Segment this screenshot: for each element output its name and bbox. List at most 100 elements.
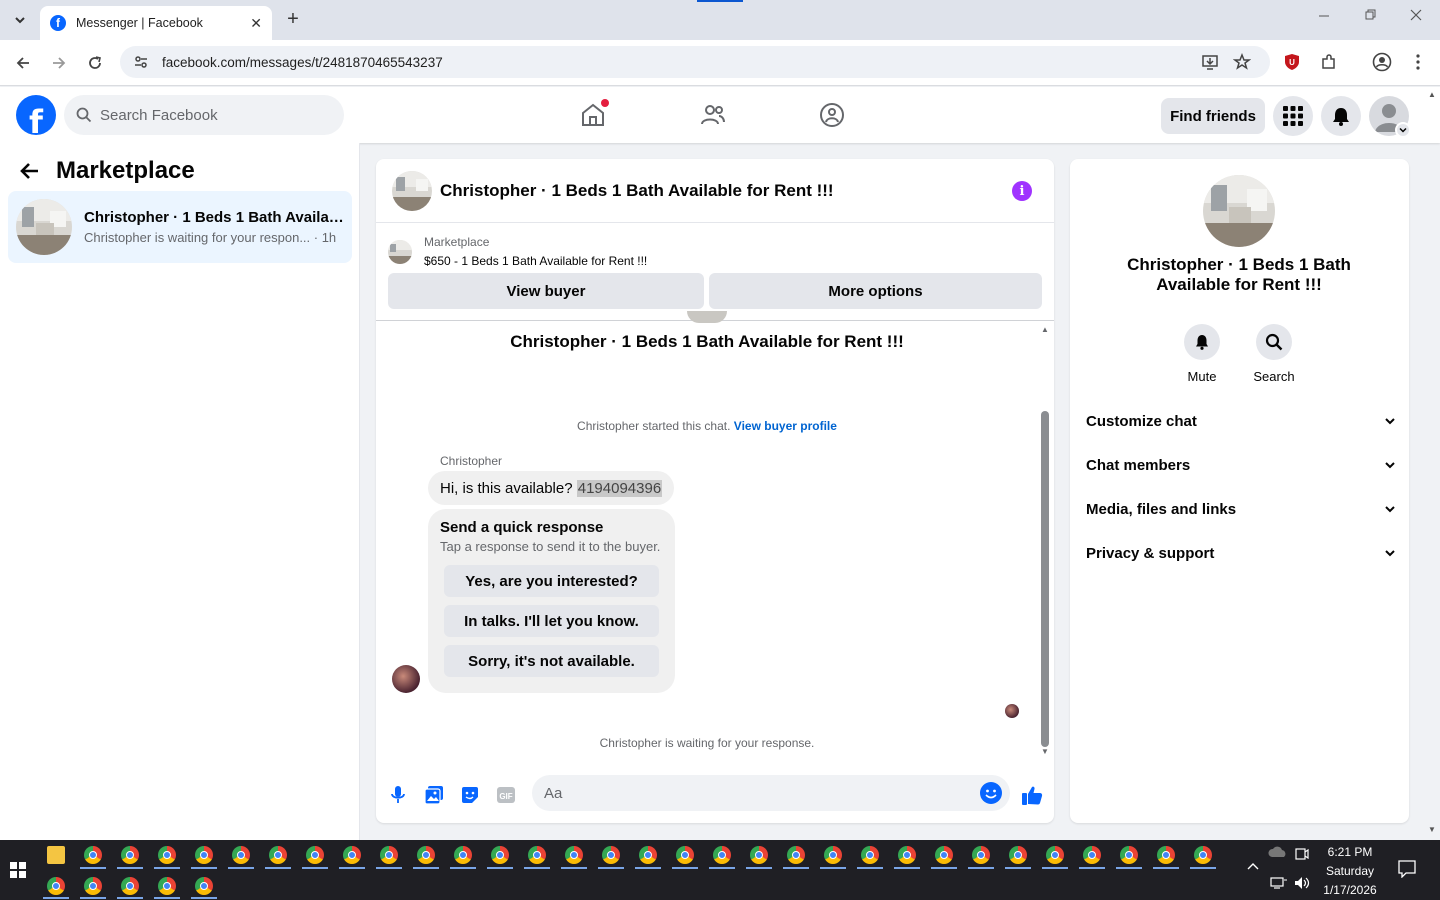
system-clock[interactable]: 6:21 PM Saturday 1/17/2026 [1318, 843, 1382, 900]
conversation-info-icon[interactable]: i [1012, 181, 1032, 201]
menu-grid-button[interactable] [1273, 96, 1313, 136]
chrome-taskbar-icon[interactable] [195, 846, 213, 864]
address-bar[interactable]: facebook.com/messages/t/2481870465543237 [120, 46, 1270, 78]
back-button[interactable] [12, 52, 34, 74]
ublock-extension-icon[interactable]: U [1281, 51, 1303, 73]
view-buyer-profile-link[interactable]: View buyer profile [734, 419, 837, 433]
like-thumbs-up-button[interactable] [1020, 783, 1044, 807]
search-in-conversation-button[interactable]: Search [1244, 324, 1304, 384]
sender-avatar[interactable] [392, 665, 420, 693]
restore-button[interactable] [1364, 8, 1376, 24]
chrome-taskbar-icon[interactable] [861, 846, 879, 864]
pinned-app-taskbar-icon[interactable] [84, 846, 102, 864]
privacy-support-section[interactable]: Privacy & support [1086, 533, 1396, 573]
chrome-taskbar-icon[interactable] [417, 846, 435, 864]
mute-button[interactable]: Mute [1172, 324, 1232, 384]
chrome-taskbar-icon[interactable] [750, 846, 768, 864]
browser-tab[interactable]: f Messenger | Facebook ✕ [40, 6, 272, 40]
chrome-taskbar-icon[interactable] [713, 846, 731, 864]
chrome-taskbar-icon[interactable] [232, 846, 250, 864]
onedrive-cloud-icon[interactable] [1268, 846, 1288, 861]
chrome-taskbar-icon[interactable] [898, 846, 916, 864]
customize-chat-section[interactable]: Customize chat [1086, 401, 1396, 441]
meet-now-icon[interactable] [1295, 846, 1309, 865]
facebook-logo[interactable]: f [16, 95, 56, 135]
notifications-button[interactable] [1321, 96, 1361, 136]
new-tab-button[interactable]: + [282, 8, 304, 30]
minimize-button[interactable] [1318, 8, 1330, 24]
voice-clip-button[interactable] [386, 783, 410, 807]
extensions-puzzle-icon[interactable] [1318, 51, 1340, 73]
tray-overflow-chevron-icon[interactable] [1246, 860, 1260, 874]
browser-menu-icon[interactable] [1407, 51, 1429, 73]
windows-start-icon[interactable] [10, 862, 26, 878]
quick-response-not-available-button[interactable]: Sorry, it's not available. [444, 645, 659, 677]
chrome-taskbar-icon[interactable] [972, 846, 990, 864]
chrome-taskbar-icon[interactable] [1083, 846, 1101, 864]
home-nav-button[interactable] [577, 99, 609, 131]
volume-icon[interactable] [1294, 876, 1312, 893]
chrome-taskbar-icon[interactable] [195, 877, 213, 895]
chrome-taskbar-icon[interactable] [158, 877, 176, 895]
profile-account-icon[interactable] [1371, 51, 1393, 73]
groups-nav-button[interactable] [816, 99, 848, 131]
action-center-icon[interactable] [1398, 860, 1416, 881]
highlighted-phone-number[interactable]: 4194094396 [576, 479, 663, 497]
chrome-taskbar-icon[interactable] [1194, 846, 1212, 864]
chrome-taskbar-icon[interactable] [528, 846, 546, 864]
page-scroll-down-arrow[interactable]: ▼ [1428, 825, 1436, 834]
view-buyer-button[interactable]: View buyer [388, 273, 704, 309]
forward-button[interactable] [48, 52, 70, 74]
chat-scroll-up-arrow[interactable]: ▲ [1040, 325, 1050, 334]
close-window-button[interactable] [1410, 8, 1422, 24]
chrome-taskbar-icon[interactable] [306, 846, 324, 864]
chrome-taskbar-icon[interactable] [269, 846, 287, 864]
back-arrow-icon[interactable] [20, 161, 40, 181]
chrome-taskbar-icon[interactable] [787, 846, 805, 864]
chrome-taskbar-icon[interactable] [343, 846, 361, 864]
chat-members-section[interactable]: Chat members [1086, 445, 1396, 485]
chat-scroll-down-arrow[interactable]: ▼ [1040, 747, 1050, 756]
chrome-taskbar-icon[interactable] [602, 846, 620, 864]
facebook-search-input[interactable]: Search Facebook [64, 95, 344, 135]
chrome-taskbar-icon[interactable] [639, 846, 657, 864]
chrome-taskbar-icon[interactable] [47, 877, 65, 895]
conversation-item[interactable]: Christopher · 1 Beds 1 Bath Availab... C… [8, 191, 352, 263]
tab-close-button[interactable]: ✕ [250, 15, 262, 32]
chrome-taskbar-icon[interactable] [454, 846, 472, 864]
sticker-button[interactable] [458, 783, 482, 807]
file-explorer-taskbar-icon[interactable] [47, 846, 65, 864]
chrome-taskbar-icon[interactable] [121, 877, 139, 895]
quick-response-talks-button[interactable]: In talks. I'll let you know. [444, 605, 659, 637]
more-options-button[interactable]: More options [709, 273, 1042, 309]
install-app-icon[interactable] [1199, 51, 1221, 73]
chrome-taskbar-icon[interactable] [565, 846, 583, 864]
chat-scrollbar-thumb[interactable] [1041, 411, 1049, 747]
chrome-taskbar-icon[interactable] [84, 877, 102, 895]
friends-nav-button[interactable] [697, 99, 729, 131]
account-menu-chevron-icon[interactable] [1395, 122, 1411, 138]
chrome-taskbar-icon[interactable] [1157, 846, 1175, 864]
marketplace-listing-row[interactable]: Marketplace $650 - 1 Beds 1 Bath Availab… [388, 235, 647, 268]
quick-response-yes-button[interactable]: Yes, are you interested? [444, 565, 659, 597]
chrome-taskbar-icon[interactable] [121, 846, 139, 864]
chat-title[interactable]: Christopher · 1 Beds 1 Bath Available fo… [440, 181, 834, 201]
tab-search-menu-button[interactable] [8, 8, 32, 32]
page-scroll-up-arrow[interactable]: ▲ [1428, 90, 1436, 99]
site-settings-icon[interactable] [132, 53, 150, 71]
chrome-taskbar-icon[interactable] [158, 846, 176, 864]
attach-photo-button[interactable] [422, 783, 446, 807]
chrome-taskbar-icon[interactable] [824, 846, 842, 864]
message-input[interactable]: Aa [532, 775, 1010, 811]
media-files-links-section[interactable]: Media, files and links [1086, 489, 1396, 529]
reload-button[interactable] [84, 52, 106, 74]
chrome-taskbar-icon[interactable] [1046, 846, 1064, 864]
gif-button[interactable]: GIF [494, 783, 518, 807]
chrome-taskbar-icon[interactable] [1009, 846, 1027, 864]
network-icon[interactable] [1270, 876, 1288, 893]
bookmark-star-icon[interactable] [1231, 51, 1253, 73]
chrome-taskbar-icon[interactable] [491, 846, 509, 864]
chrome-taskbar-icon[interactable] [1120, 846, 1138, 864]
find-friends-button[interactable]: Find friends [1161, 98, 1265, 134]
chrome-taskbar-icon[interactable] [935, 846, 953, 864]
